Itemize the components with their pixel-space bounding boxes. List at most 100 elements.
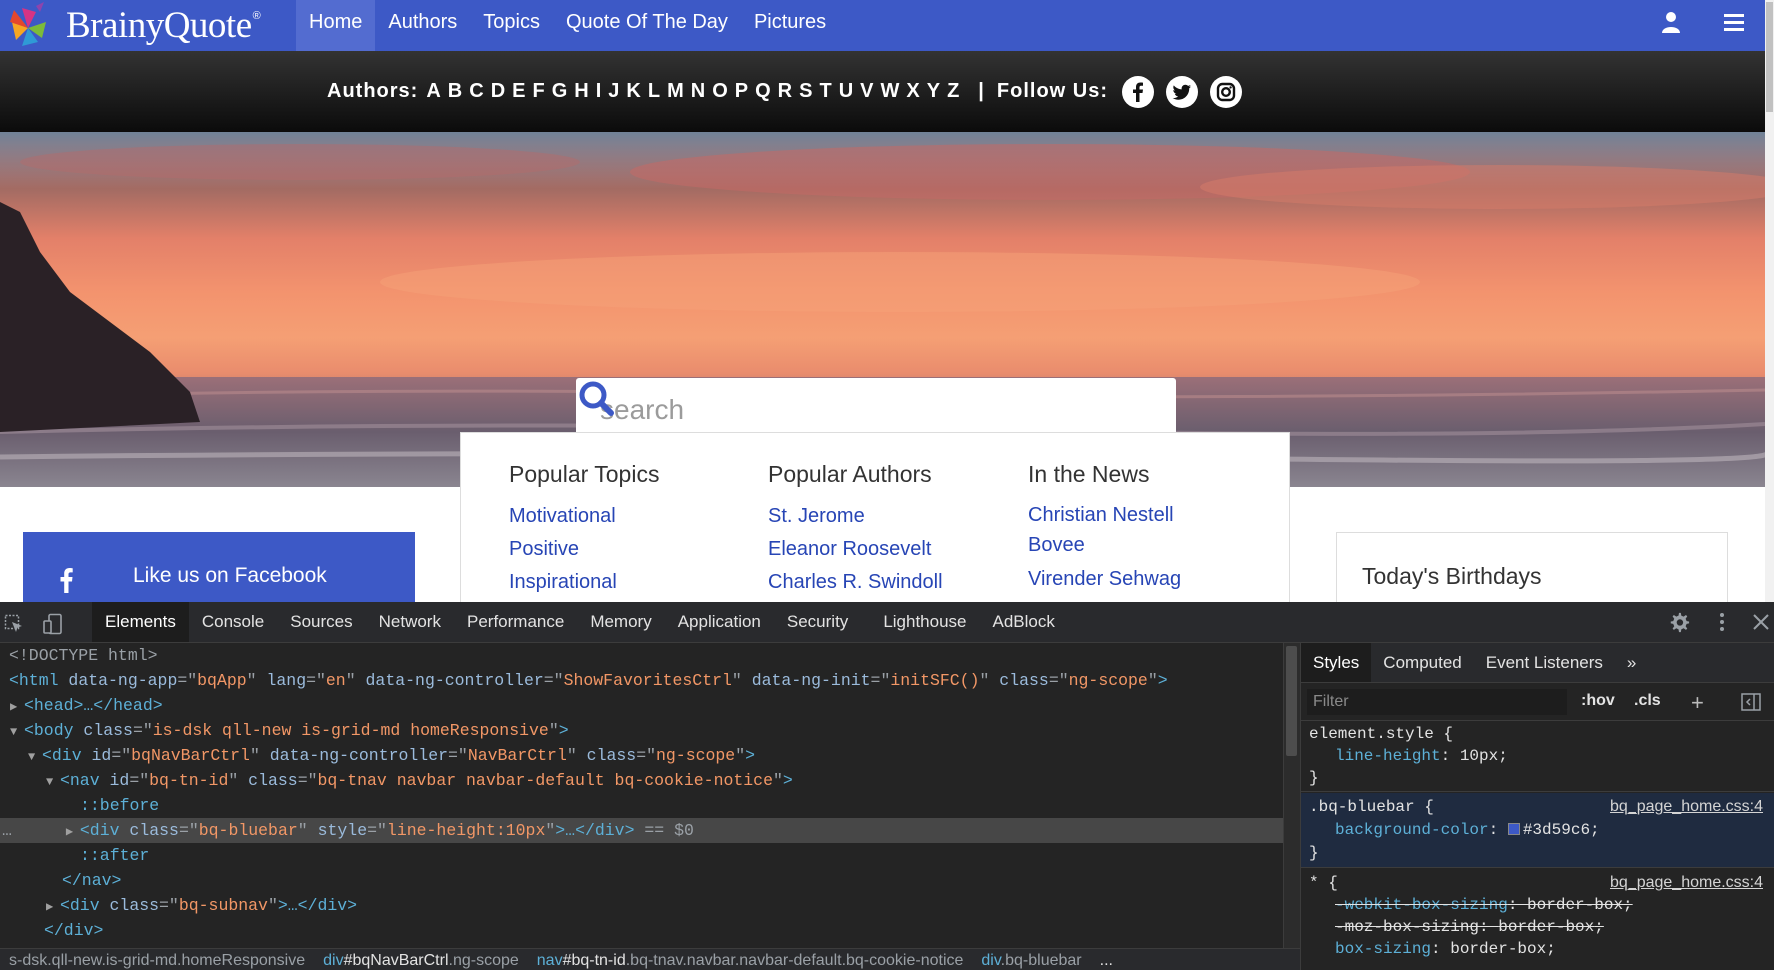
collapse-arrow-icon[interactable]: ▼ [46,770,60,795]
breadcrumb-item[interactable]: div.bq-bluebar [972,949,1090,970]
dom-node-nav[interactable]: ▼ <nav id="bq-tn-id" class="bq-tnav navba… [0,768,1283,793]
class-toggle[interactable]: .cls [1634,692,1661,710]
breadcrumb-more[interactable]: ... [1091,949,1122,970]
twitter-icon[interactable] [1166,75,1198,108]
author-link[interactable]: Charles R. Swindoll [768,566,998,599]
author-letter-link[interactable]: V [860,80,874,103]
author-letter-link[interactable]: Y [927,80,941,103]
hamburger-menu-icon[interactable] [1722,12,1746,32]
author-letter-link[interactable]: Z [947,80,960,103]
settings-gear-icon[interactable] [1668,611,1690,633]
instagram-icon[interactable] [1210,75,1242,108]
dom-node-div-subnav[interactable]: ▶ <div class="bq-subnav">…</div> [0,893,1283,918]
breadcrumb-item[interactable]: nav#bq-tn-id.bq-tnav.navbar.navbar-defau… [528,949,973,970]
rule-declaration[interactable]: -moz-box-sizing: border-box; [1335,916,1604,938]
dom-tree-scrollbar-thumb[interactable] [1286,646,1297,756]
tab-network[interactable]: Network [366,602,454,642]
author-letter-link[interactable]: S [799,80,813,103]
author-link[interactable]: Eleanor Roosevelt [768,533,998,566]
nav-home[interactable]: Home [296,0,376,51]
tab-application[interactable]: Application [665,602,774,642]
breadcrumb-item[interactable]: s-dsk.qll-new.is-grid-md.homeResponsive [0,949,314,970]
tab-styles[interactable]: Styles [1301,643,1372,682]
hover-state-toggle[interactable]: :hov [1581,692,1615,710]
rule-selector[interactable]: * { [1309,872,1338,894]
expand-arrow-icon[interactable]: ▶ [46,895,60,920]
author-letter-link[interactable]: P [735,80,749,103]
dom-node-before[interactable]: ::before [0,793,1283,818]
topic-link[interactable]: Inspirational [509,566,739,599]
more-tabs-icon[interactable]: » [1615,643,1648,682]
tab-sources[interactable]: Sources [277,602,365,642]
expand-arrow-icon[interactable]: ▶ [66,820,80,845]
tab-event-listeners[interactable]: Event Listeners [1474,643,1615,682]
dom-node-div-close[interactable]: </div> [0,918,1283,943]
breadcrumb-item[interactable]: div#bqNavBarCtrl.ng-scope [314,949,528,970]
facebook-like-button[interactable]: Like us on Facebook [23,532,415,602]
toggle-sidebar-icon[interactable] [1741,693,1761,711]
nav-pictures[interactable]: Pictures [741,0,839,51]
dom-node-head[interactable]: ▶ <head>…</head> [0,693,1283,718]
dom-node-body[interactable]: ▼ <body class="is-dsk qll-new is-grid-md … [0,718,1283,743]
author-letter-link[interactable]: E [512,80,526,103]
author-letter-link[interactable]: U [839,80,854,103]
author-letter-link[interactable]: H [574,80,589,103]
dom-node-doctype[interactable]: <!DOCTYPE html> [0,643,1283,668]
dom-node-div-bluebar-selected[interactable]: … ▶ <div class="bq-bluebar" style="line-he… [0,818,1283,843]
author-letter-link[interactable]: N [691,80,706,103]
collapse-arrow-icon[interactable]: ▼ [10,720,24,745]
author-letter-link[interactable]: L [648,80,661,103]
author-link[interactable]: St. Jerome [768,500,998,533]
rule-declaration[interactable]: -webkit-box-sizing: border-box; [1335,894,1633,916]
rule-declaration[interactable]: line-height: 10px; [1335,745,1508,767]
user-icon[interactable] [1659,10,1683,34]
site-logo[interactable]: BrainyQuote ® [6,0,261,51]
author-letter-link[interactable]: D [491,80,506,103]
rule-declaration[interactable]: box-sizing: border-box; [1335,938,1556,960]
styles-filter-input[interactable] [1307,689,1567,715]
news-link[interactable]: Virender Sehwag [1028,563,1228,596]
color-swatch[interactable] [1507,823,1520,835]
author-letter-link[interactable]: R [778,80,793,103]
search-input[interactable] [600,390,1080,430]
author-letter-link[interactable]: O [712,80,729,103]
author-letter-link[interactable]: K [626,80,641,103]
inspect-element-icon[interactable] [4,614,24,634]
nav-authors[interactable]: Authors [375,0,470,51]
dom-node-div-navbar[interactable]: ▼ <div id="bqNavBarCtrl" data-ng-controll… [0,743,1283,768]
author-letter-link[interactable]: I [596,80,603,103]
close-devtools-icon[interactable] [1752,613,1770,631]
rule-selector[interactable]: element.style { [1309,723,1453,745]
topic-link[interactable]: Motivational [509,500,739,533]
new-style-rule-button[interactable]: + [1691,690,1704,716]
tab-computed[interactable]: Computed [1371,643,1473,682]
author-letter-link[interactable]: C [469,80,484,103]
tab-adblock[interactable]: AdBlock [980,602,1068,642]
author-letter-link[interactable]: Q [755,80,772,103]
author-letter-link[interactable]: B [448,80,463,103]
rule-selector[interactable]: .bq-bluebar { [1309,796,1434,818]
dom-node-nav-close[interactable]: </nav> [0,868,1283,893]
rule-source-link[interactable]: bq_page_home.css:4 [1610,796,1763,818]
expand-arrow-icon[interactable]: ▶ [10,695,24,720]
dom-node-html[interactable]: <html data-ng-app="bqApp" lang="en" data… [0,668,1283,693]
tab-elements[interactable]: Elements [92,602,189,642]
nav-topics[interactable]: Topics [470,0,553,51]
facebook-icon[interactable] [1122,75,1154,108]
author-letter-link[interactable]: M [667,80,685,103]
author-letter-link[interactable]: F [532,80,545,103]
rule-source-link[interactable]: bq_page_home.css:4 [1610,872,1763,894]
tab-lighthouse[interactable]: Lighthouse [870,602,979,642]
news-link[interactable]: Christian Nestell Bovee [1028,500,1228,560]
author-letter-link[interactable]: A [426,80,441,103]
author-letter-link[interactable]: X [906,80,920,103]
author-letter-link[interactable]: J [608,80,620,103]
tab-console[interactable]: Console [189,602,277,642]
dom-node-after[interactable]: ::after [0,843,1283,868]
rule-declaration[interactable]: background-color: #3d59c6; [1335,819,1600,841]
author-letter-link[interactable]: T [819,80,832,103]
collapse-arrow-icon[interactable]: ▼ [28,745,42,770]
tab-security[interactable]: Security [774,602,870,642]
author-letter-link[interactable]: W [880,80,900,103]
search-icon[interactable] [576,378,616,418]
